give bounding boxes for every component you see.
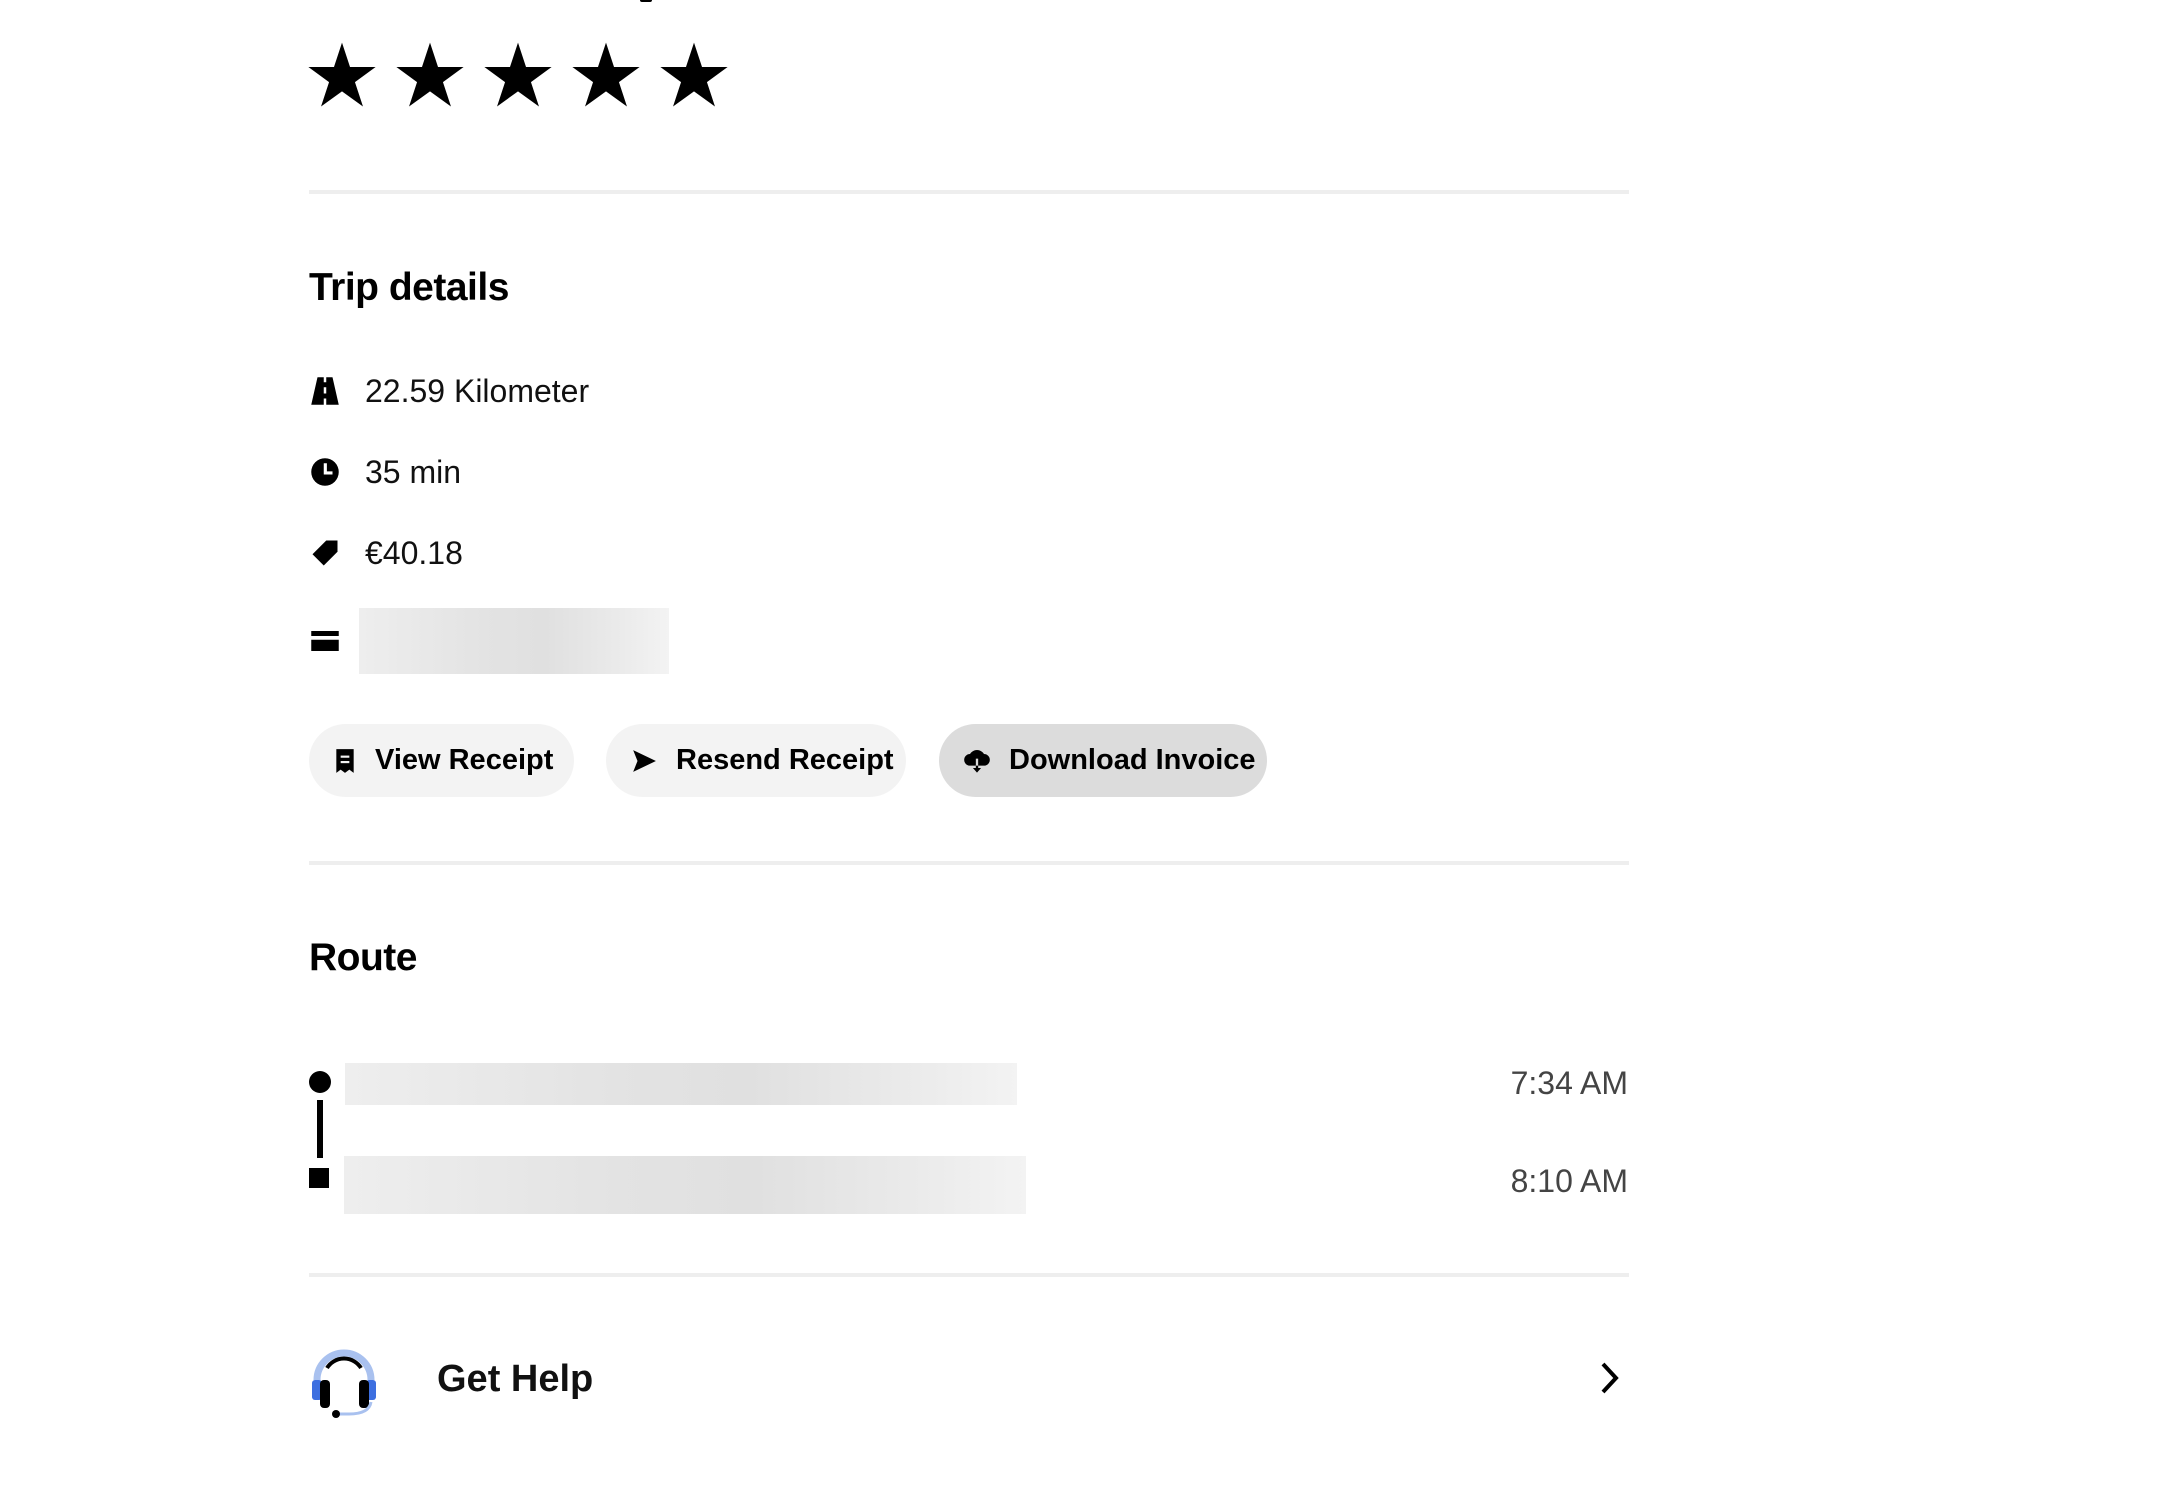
duration-value: 35 min xyxy=(365,453,462,490)
credit-card-icon xyxy=(309,625,341,657)
download-invoice-button[interactable]: Download Invoice xyxy=(939,724,1267,797)
dropoff-address-redacted xyxy=(344,1156,1026,1214)
star-icon[interactable] xyxy=(481,38,555,112)
cut-off-heading xyxy=(640,0,652,2)
distance-row: 22.59 Kilometer xyxy=(309,366,589,416)
divider xyxy=(309,190,1629,194)
get-help-row[interactable]: Get Help xyxy=(309,1332,1629,1426)
chevron-right-icon xyxy=(1599,1360,1621,1401)
receipt-icon xyxy=(333,747,357,775)
send-icon xyxy=(630,747,658,775)
resend-receipt-button[interactable]: Resend Receipt xyxy=(606,724,906,797)
star-icon[interactable] xyxy=(305,38,379,112)
payment-method-redacted xyxy=(359,608,669,674)
clock-icon xyxy=(309,456,341,488)
price-row: €40.18 xyxy=(309,528,463,578)
star-rating[interactable] xyxy=(305,38,731,112)
download-invoice-label: Download Invoice xyxy=(1009,744,1256,776)
view-receipt-label: View Receipt xyxy=(375,744,554,776)
divider xyxy=(309,861,1629,865)
star-icon[interactable] xyxy=(393,38,467,112)
pickup-dot-icon xyxy=(309,1071,331,1093)
trip-details-title: Trip details xyxy=(309,266,509,309)
route-title: Route xyxy=(309,936,418,979)
price-value: €40.18 xyxy=(365,534,463,571)
pickup-address-redacted xyxy=(345,1063,1017,1105)
divider xyxy=(309,1273,1629,1277)
headset-icon xyxy=(309,1340,379,1418)
payment-row xyxy=(309,608,669,674)
dropoff-time: 8:10 AM xyxy=(1510,1163,1628,1199)
distance-value: 22.59 Kilometer xyxy=(365,372,590,409)
resend-receipt-label: Resend Receipt xyxy=(676,744,894,776)
star-icon[interactable] xyxy=(569,38,643,112)
route-line xyxy=(317,1100,323,1158)
get-help-label: Get Help xyxy=(437,1357,594,1400)
cloud-download-icon xyxy=(963,747,991,775)
dropoff-square-icon xyxy=(309,1168,329,1188)
duration-row: 35 min xyxy=(309,447,461,497)
star-icon[interactable] xyxy=(657,38,731,112)
price-tag-icon xyxy=(309,537,341,569)
road-icon xyxy=(309,375,341,407)
view-receipt-button[interactable]: View Receipt xyxy=(309,724,574,797)
pickup-time: 7:34 AM xyxy=(1510,1065,1628,1101)
